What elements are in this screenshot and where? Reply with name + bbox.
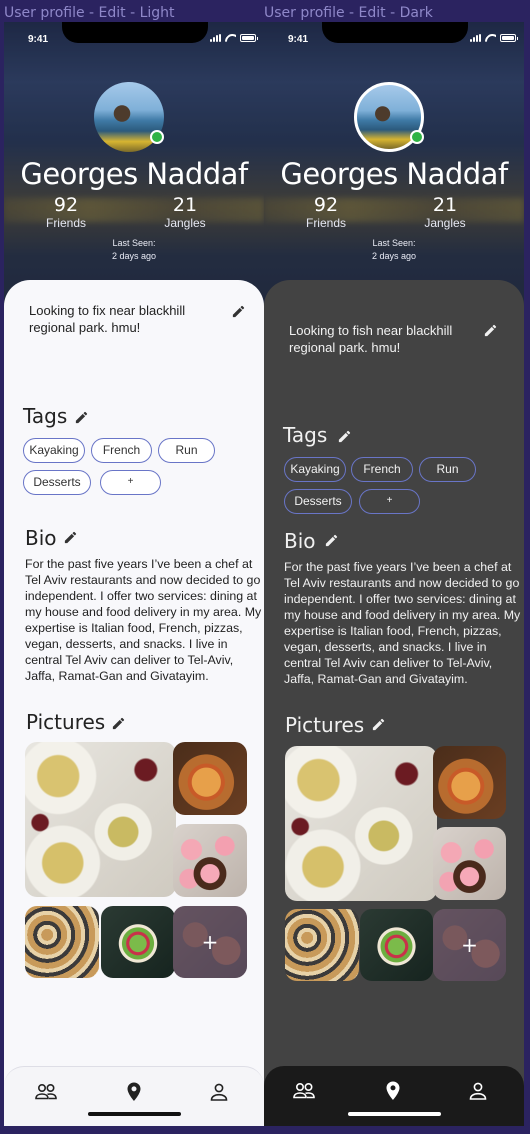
- bottom-navigation: [264, 1066, 524, 1126]
- friends-stat[interactable]: 92 Friends: [26, 195, 106, 231]
- picture-cupcakes[interactable]: [433, 827, 506, 900]
- edit-pictures-icon[interactable]: [111, 716, 126, 731]
- friends-count: 92: [313, 194, 339, 216]
- last-seen-label: Last Seen:: [112, 238, 156, 248]
- add-picture-icon: +: [461, 933, 478, 957]
- tag-run[interactable]: Run: [158, 438, 215, 463]
- bottom-navigation: [4, 1066, 264, 1126]
- nav-friends-people-icon[interactable]: [34, 1081, 58, 1103]
- add-tag-button[interactable]: +: [100, 470, 161, 495]
- wifi-icon: [485, 34, 496, 42]
- last-seen-value: 2 days ago: [371, 251, 417, 261]
- add-picture-icon: +: [201, 930, 219, 954]
- tag-desserts[interactable]: Desserts: [23, 470, 91, 495]
- battery-icon: [240, 34, 258, 42]
- profile-content-sheet: Looking to fish near blackhill regional …: [264, 280, 524, 1126]
- last-seen: Last Seen: 2 days ago: [264, 237, 524, 263]
- status-time: 9:41: [288, 34, 309, 45]
- jangles-count: 21: [172, 194, 198, 216]
- last-seen-label: Last Seen:: [372, 238, 416, 248]
- home-indicator: [348, 1112, 441, 1116]
- status-message: Looking to fix near blackhill regional p…: [29, 303, 186, 335]
- tag-run[interactable]: Run: [419, 457, 476, 482]
- pictures-title: Pictures: [26, 710, 106, 734]
- picture-pasta[interactable]: [25, 742, 176, 897]
- picture-salad[interactable]: [360, 909, 433, 981]
- edit-status-icon[interactable]: [231, 304, 246, 319]
- bio-title: Bio: [284, 529, 316, 553]
- edit-bio-icon[interactable]: [63, 530, 78, 545]
- edit-tags-icon[interactable]: [74, 410, 89, 425]
- jangles-label: Jangles: [424, 216, 466, 230]
- tags-title: Tags: [283, 423, 328, 447]
- picture-cookies[interactable]: [285, 909, 359, 981]
- tag-desserts[interactable]: Desserts: [284, 489, 352, 514]
- status-bar: 9:41: [4, 22, 264, 56]
- tag-kayaking[interactable]: Kayaking: [284, 457, 346, 482]
- nav-profile-person-icon[interactable]: [207, 1081, 231, 1103]
- bio-text: For the past five years I’ve been a chef…: [25, 557, 262, 683]
- friends-label: Friends: [45, 216, 86, 230]
- add-tag-button[interactable]: +: [359, 489, 420, 514]
- signal-icon: [470, 34, 481, 42]
- friends-label: Friends: [305, 216, 346, 230]
- profile-screen-light: 9:41 Georges Naddaf 92 Friends 21 Jangle…: [4, 22, 264, 1126]
- device-notch: [62, 22, 208, 43]
- edit-pictures-icon[interactable]: [371, 717, 386, 732]
- jangles-stat[interactable]: 21 Jangles: [145, 195, 225, 231]
- frame-title-light: User profile - Edit - Light: [4, 5, 175, 21]
- picture-salad[interactable]: [101, 906, 175, 978]
- signal-icon: [210, 34, 221, 42]
- status-time: 9:41: [28, 34, 49, 45]
- friends-count: 92: [53, 194, 79, 216]
- friends-stat[interactable]: 92 Friends: [286, 195, 366, 231]
- last-seen: Last Seen: 2 days ago: [4, 237, 264, 263]
- jangles-label: Jangles: [164, 216, 206, 230]
- picture-pizza[interactable]: [173, 742, 247, 815]
- profile-screen-dark: 9:41 Georges Naddaf 92 Friends 21 Jangle…: [264, 22, 524, 1126]
- nav-map-location-pin-icon[interactable]: [122, 1081, 146, 1103]
- frame-title-dark: User profile - Edit - Dark: [264, 5, 433, 21]
- tag-kayaking[interactable]: Kayaking: [23, 438, 85, 463]
- profile-name: Georges Naddaf: [20, 157, 248, 191]
- status-bar: 9:41: [264, 22, 524, 56]
- more-pictures-button[interactable]: +: [433, 909, 506, 981]
- nav-friends-people-icon[interactable]: [292, 1080, 316, 1102]
- online-status-dot: [150, 130, 164, 144]
- bio-title: Bio: [25, 526, 57, 550]
- battery-icon: [500, 34, 518, 42]
- profile-content-sheet: Looking to fix near blackhill regional p…: [4, 280, 264, 1126]
- profile-name: Georges Naddaf: [280, 157, 508, 191]
- picture-pizza[interactable]: [433, 746, 506, 819]
- jangles-count: 21: [432, 194, 458, 216]
- tag-french[interactable]: French: [91, 438, 152, 463]
- tag-french[interactable]: French: [351, 457, 413, 482]
- pictures-title: Pictures: [285, 713, 365, 737]
- edit-status-icon[interactable]: [483, 323, 498, 338]
- edit-tags-icon[interactable]: [337, 429, 352, 444]
- device-notch: [322, 22, 468, 43]
- tags-title: Tags: [23, 404, 68, 428]
- online-status-dot: [410, 130, 424, 144]
- jangles-stat[interactable]: 21 Jangles: [405, 195, 485, 231]
- picture-pasta[interactable]: [285, 746, 437, 901]
- wifi-icon: [225, 34, 236, 42]
- status-message: Looking to fish near blackhill regional …: [289, 323, 453, 355]
- nav-map-location-pin-icon[interactable]: [381, 1080, 405, 1102]
- bio-text: For the past five years I’ve been a chef…: [284, 560, 521, 686]
- more-pictures-button[interactable]: +: [173, 906, 247, 978]
- picture-cookies[interactable]: [25, 906, 99, 978]
- last-seen-value: 2 days ago: [111, 251, 157, 261]
- picture-cupcakes[interactable]: [173, 824, 247, 897]
- home-indicator: [88, 1112, 181, 1116]
- edit-bio-icon[interactable]: [324, 533, 339, 548]
- nav-profile-person-icon[interactable]: [466, 1080, 490, 1102]
